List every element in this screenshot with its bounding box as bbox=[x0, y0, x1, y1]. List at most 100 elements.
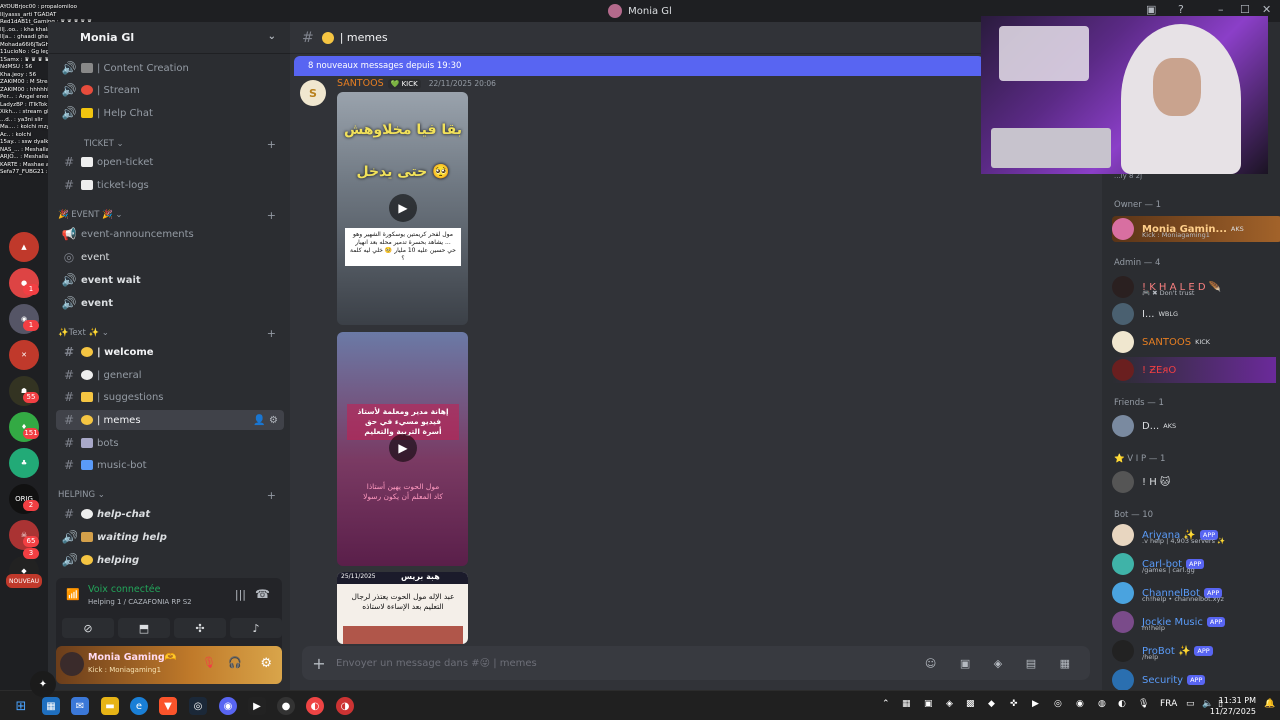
tray-app-icon[interactable]: ▦ bbox=[902, 699, 911, 709]
channel-help-chat[interactable]: 🔊 | Help Chat bbox=[56, 103, 284, 123]
notification-icon[interactable]: 🔔 bbox=[1264, 699, 1275, 709]
discord-icon[interactable]: ◉ bbox=[219, 697, 237, 715]
message-input[interactable]: Envoyer un message dans #😜 | memes bbox=[336, 658, 537, 669]
chrome-icon[interactable]: ◐ bbox=[306, 697, 324, 715]
mic-muted-icon[interactable]: 🎙 bbox=[202, 656, 216, 669]
message-author[interactable]: SANTOOS bbox=[337, 78, 384, 89]
member-item[interactable]: SANTOOS KICK bbox=[1112, 329, 1276, 355]
member-item[interactable]: ProBot ✨ APP/help bbox=[1112, 638, 1276, 664]
channel-helping[interactable]: 🔊 helping bbox=[56, 550, 284, 570]
server-icon[interactable]: ✕ bbox=[9, 340, 39, 370]
edge-icon[interactable]: e bbox=[130, 697, 148, 715]
member-item[interactable]: ! H 🐱 bbox=[1112, 469, 1276, 495]
outlook-icon[interactable]: ✉ bbox=[71, 697, 89, 715]
channel-content-creation[interactable]: 🔊 | Content Creation bbox=[56, 58, 284, 78]
channel-welcome[interactable]: # | welcome bbox=[56, 342, 284, 362]
member-item[interactable]: ! ƵEᴙO bbox=[1112, 357, 1276, 383]
member-item[interactable]: Monia Gamin... AKS Kick : Moniagaming1 bbox=[1112, 216, 1280, 242]
channel-memes[interactable]: # | memes 👤 ⚙ bbox=[56, 410, 284, 430]
tray-app-icon[interactable]: ▩ bbox=[966, 699, 975, 709]
close-button[interactable]: ✕ bbox=[1262, 3, 1271, 16]
channel-stream[interactable]: 🔊 | Stream bbox=[56, 80, 284, 100]
tray-app-icon[interactable]: ▣ bbox=[924, 699, 933, 709]
tray-app-icon[interactable]: ◉ bbox=[1076, 699, 1084, 709]
steam-tray-icon[interactable]: ◎ bbox=[1054, 699, 1062, 709]
member-item[interactable]: ChannelBot APP ch!help • channelbot.xyz bbox=[1112, 580, 1276, 606]
tray-app-icon[interactable]: ◈ bbox=[946, 699, 953, 709]
tray-app-icon[interactable]: ✜ bbox=[1010, 699, 1018, 709]
server-icon[interactable]: ♣ bbox=[9, 448, 39, 478]
tray-app-icon[interactable]: ◍ bbox=[1098, 699, 1106, 709]
channel-open-ticket[interactable]: # open-ticket bbox=[56, 152, 284, 172]
video-attachment[interactable]: إهانة مدير ومعلمة لأستاذ فيديو مسيء في ح… bbox=[337, 332, 468, 566]
gear-icon[interactable]: ⚙ bbox=[260, 656, 272, 671]
member-item[interactable]: ! K H A L E D 🪶 🎮 ✖ Don't trust bbox=[1112, 274, 1276, 300]
server-icon[interactable]: ▲ bbox=[9, 232, 39, 262]
channel-music-bot[interactable]: # music-bot bbox=[56, 455, 284, 475]
microphone-icon[interactable]: 🎙 bbox=[1138, 699, 1149, 709]
chrome-alt-icon[interactable]: ◑ bbox=[336, 697, 354, 715]
category-event[interactable]: 🎉 EVENT 🎉 ⌄ + bbox=[58, 208, 282, 222]
channel-event-stage[interactable]: ◎ event bbox=[56, 247, 284, 267]
tray-app-icon[interactable]: ◐ bbox=[1118, 699, 1126, 709]
member-item[interactable]: Ariyana ✨ APP .v help | 4,903 servers ✨ bbox=[1112, 522, 1276, 548]
category-helping[interactable]: HELPING ⌄ + bbox=[58, 488, 282, 502]
channel-ticket-logs[interactable]: # ticket-logs bbox=[56, 175, 284, 195]
brave-icon[interactable]: ▼ bbox=[159, 697, 177, 715]
message-author-avatar[interactable]: S bbox=[300, 80, 326, 106]
add-channel-icon[interactable]: + bbox=[267, 489, 276, 502]
chevron-down-icon[interactable]: ⌄ bbox=[268, 31, 276, 42]
user-avatar[interactable] bbox=[60, 652, 84, 676]
channel-event-announcements[interactable]: 📢 event-announcements bbox=[56, 224, 284, 244]
category-ticket[interactable]: TICKET ⌄ + bbox=[58, 137, 282, 151]
category-text[interactable]: ✨Text ✨ ⌄ + bbox=[58, 326, 282, 340]
minimize-button[interactable]: – bbox=[1218, 3, 1224, 16]
play-icon[interactable]: ▶ bbox=[389, 434, 417, 462]
camera-toggle-button[interactable]: ⊘ bbox=[62, 618, 114, 638]
channel-settings-icon[interactable]: 👤 ⚙ bbox=[253, 415, 278, 426]
file-explorer-icon[interactable]: ▬ bbox=[101, 697, 119, 715]
add-channel-icon[interactable]: + bbox=[267, 327, 276, 340]
video-attachment[interactable]: بقا فيا مخلاوهش حتى يدخل 🥺 ▶ مول لفحر كر… bbox=[337, 92, 468, 325]
obs-terminal-icon[interactable]: ▶ bbox=[248, 697, 266, 715]
tray-app-icon[interactable]: ▶ bbox=[1032, 699, 1039, 709]
windows-start-icon[interactable]: ⊞ bbox=[12, 697, 30, 715]
server-header[interactable]: Monia Gl ⌄ bbox=[48, 22, 290, 54]
screen-share-button[interactable]: ⬒ bbox=[118, 618, 170, 638]
system-clock[interactable]: 11:31 PM 11/27/2025 bbox=[1210, 695, 1256, 717]
member-item[interactable]: I... WBLG bbox=[1112, 301, 1276, 327]
add-channel-icon[interactable]: + bbox=[267, 209, 276, 222]
maximize-button[interactable]: ☐ bbox=[1240, 3, 1250, 16]
deafen-icon[interactable]: 🎧 bbox=[228, 656, 242, 669]
noise-suppression-icon[interactable]: ||| bbox=[235, 588, 246, 601]
inbox-icon[interactable]: ▣ bbox=[1146, 3, 1156, 16]
channel-event-wait[interactable]: 🔊 event wait bbox=[56, 270, 284, 290]
activities-button[interactable]: ✣ bbox=[174, 618, 226, 638]
chevron-up-icon[interactable]: ⌃ bbox=[882, 699, 890, 709]
disconnect-icon[interactable]: ☎ bbox=[255, 587, 270, 601]
channel-help-chat-text[interactable]: # help-chat bbox=[56, 504, 284, 524]
add-attachment-icon[interactable]: + bbox=[302, 654, 336, 673]
steam-icon[interactable]: ◎ bbox=[189, 697, 207, 715]
message-composer[interactable]: + Envoyer un message dans #😜 | memes ☺ ▣… bbox=[302, 646, 1090, 680]
composer-tools[interactable]: ☺ ▣ ◈ ▤ ▦ bbox=[925, 657, 1080, 670]
new-messages-bar[interactable]: 8 nouveaux messages depuis 19:30 bbox=[294, 56, 984, 76]
play-icon[interactable]: ▶ bbox=[389, 194, 417, 222]
image-attachment[interactable]: 25/11/2025 هبة بريس عبد الإله مول الحوت … bbox=[337, 572, 468, 644]
channel-bots[interactable]: # bots bbox=[56, 433, 284, 453]
help-icon[interactable]: ? bbox=[1178, 3, 1184, 16]
tray-app-icon[interactable]: ◆ bbox=[988, 699, 995, 709]
channel-event-voice[interactable]: 🔊 event bbox=[56, 293, 284, 313]
task-view-icon[interactable]: ▦ bbox=[42, 697, 60, 715]
channel-general[interactable]: # | general bbox=[56, 365, 284, 385]
obs-icon[interactable]: ● bbox=[277, 697, 295, 715]
add-channel-icon[interactable]: + bbox=[267, 138, 276, 151]
language-indicator[interactable]: FRA bbox=[1160, 699, 1177, 709]
network-icon[interactable]: ▭ bbox=[1186, 699, 1195, 709]
member-item[interactable]: D... AKS bbox=[1112, 413, 1276, 439]
channel-waiting-help[interactable]: 🔊 waiting help bbox=[56, 527, 284, 547]
member-item[interactable]: Jockie Music APP m!help bbox=[1112, 609, 1276, 635]
channel-suggestions[interactable]: # | suggestions bbox=[56, 387, 284, 407]
member-item[interactable]: Carl-bot APP/games | carl.gg bbox=[1112, 551, 1276, 577]
soundboard-button[interactable]: ♪ bbox=[230, 618, 282, 638]
